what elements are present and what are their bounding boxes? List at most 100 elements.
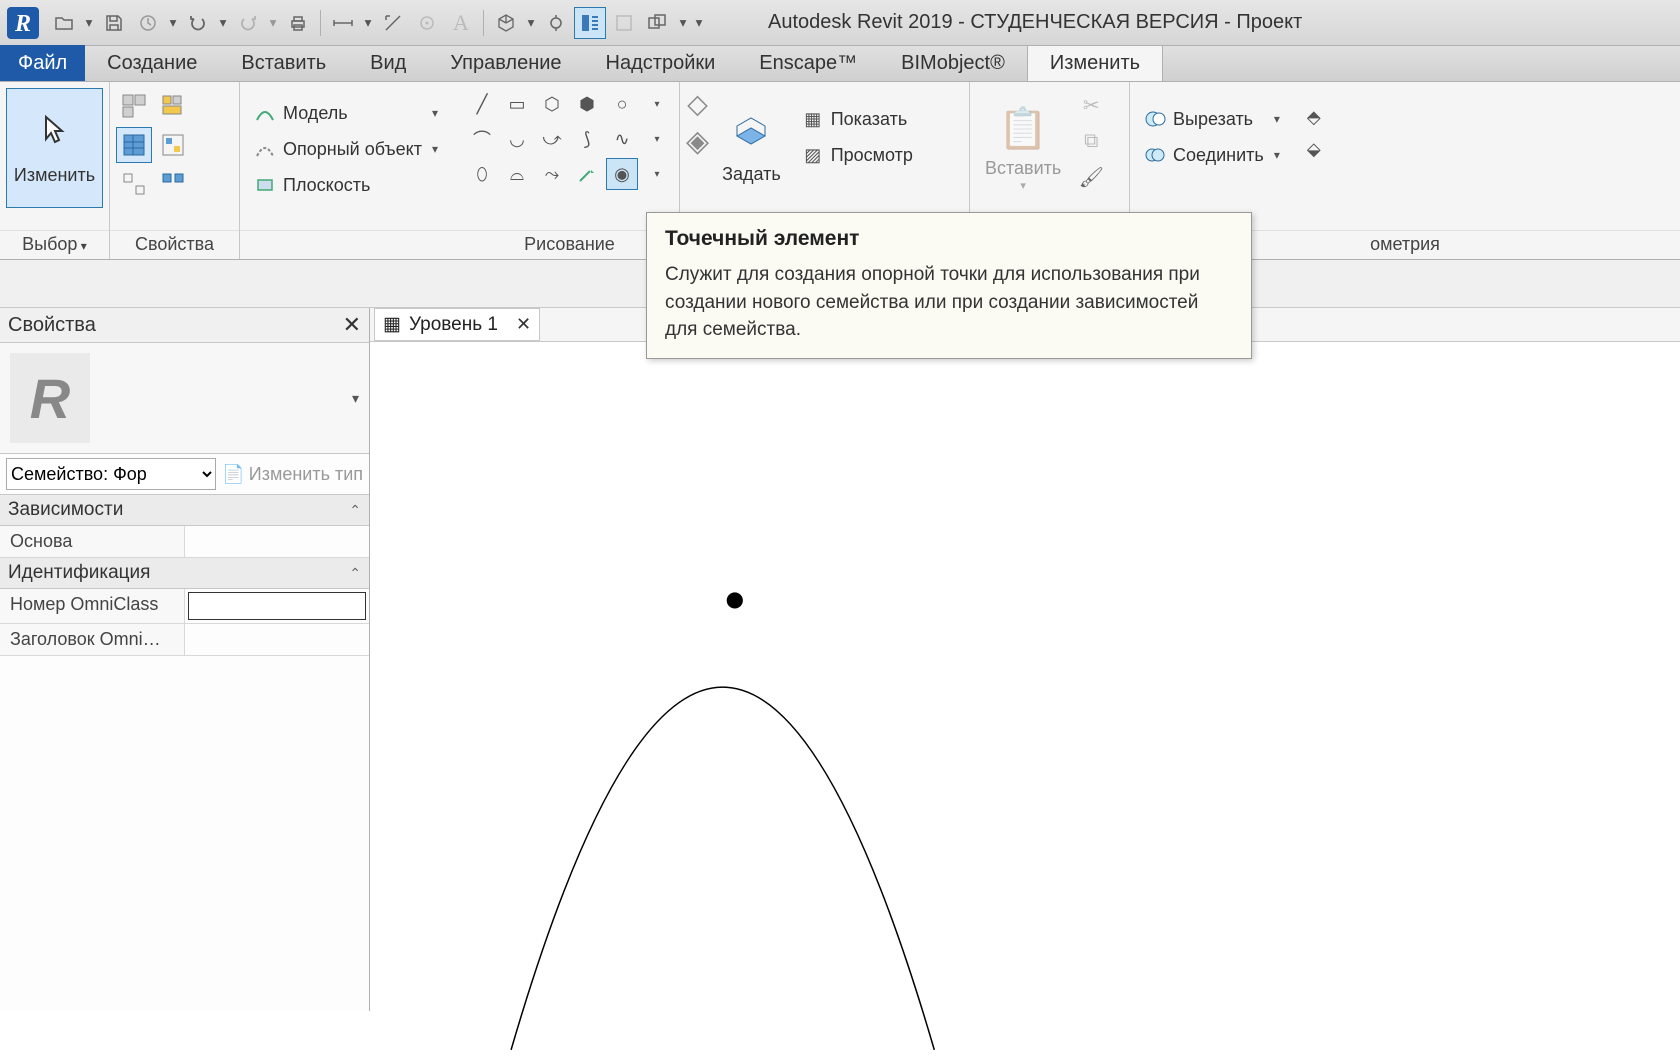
type-thumbnail: R (10, 353, 90, 443)
draw-row2-dropdown[interactable]: ▾ (641, 123, 673, 155)
properties-close-icon[interactable]: ✕ (343, 312, 361, 338)
reference-button[interactable]: Опорный объект (246, 132, 445, 166)
split-face-icon[interactable]: ⬙ (1299, 134, 1329, 164)
open-dropdown[interactable]: ▾ (82, 7, 96, 39)
3d-view-icon[interactable] (490, 7, 522, 39)
measure-dropdown[interactable]: ▾ (361, 7, 375, 39)
view-tab-close-icon[interactable]: ✕ (516, 314, 531, 335)
properties-icon[interactable] (116, 127, 152, 163)
text-icon[interactable]: A (445, 7, 477, 39)
tab-create[interactable]: Создание (85, 45, 219, 81)
modify-button[interactable]: Изменить (6, 88, 103, 208)
sync-icon[interactable] (132, 7, 164, 39)
group-identification[interactable]: Идентификация ⌃ (0, 558, 369, 589)
set-workplane-icon (733, 112, 769, 158)
tab-addins[interactable]: Надстройки (584, 45, 738, 81)
tab-manage[interactable]: Управление (428, 45, 583, 81)
circle-icon[interactable]: ○ (606, 88, 638, 120)
tab-insert[interactable]: Вставить (219, 45, 348, 81)
prop-row-omniclass-title: Заголовок Omni… (0, 624, 369, 656)
ellipse-icon[interactable]: ⬯ (466, 158, 498, 190)
switch-windows-dropdown[interactable]: ▾ (676, 7, 690, 39)
tooltip: Точечный элемент Служит для создания опо… (646, 212, 1252, 359)
type-selector[interactable]: R ▾ (0, 343, 369, 454)
workplane-viewer-icon: ▨ (801, 143, 825, 167)
viewport[interactable] (370, 342, 1680, 1052)
properties-title: Свойства (8, 314, 96, 337)
panel-properties-label: Свойства (110, 230, 239, 259)
type-properties-icon[interactable] (116, 88, 152, 124)
qat-separator-2 (483, 10, 484, 36)
copy-clipboard-icon[interactable]: ⧉ (1074, 124, 1108, 158)
spline-icon[interactable]: ∿ (606, 123, 638, 155)
plane-button[interactable]: Плоскость (246, 168, 445, 202)
panel-select-label[interactable]: Выбор (0, 230, 109, 259)
quick-access-toolbar: R ▾ ▾ ▾ ▾ ▾ A ▾ ▾ ▾ Autodesk Revit 2019 … (0, 0, 1680, 46)
match-type-icon[interactable]: 🖌 (1074, 160, 1108, 194)
switch-windows-icon[interactable] (642, 7, 674, 39)
project-units-icon[interactable] (155, 127, 191, 163)
tab-modify[interactable]: Изменить (1027, 45, 1163, 81)
view-tab-level1[interactable]: ▦ Уровень 1 ✕ (374, 308, 540, 341)
tag-icon[interactable] (411, 7, 443, 39)
cut-geometry-button[interactable]: Вырезать (1136, 102, 1287, 136)
line-icon[interactable]: ╱ (466, 88, 498, 120)
settings-icon[interactable] (155, 166, 191, 202)
arc-fillet-icon[interactable]: ⟆ (571, 123, 603, 155)
partial-ellipse-icon[interactable]: ⌓ (501, 158, 533, 190)
open-icon[interactable] (48, 7, 80, 39)
arc-tangent-icon[interactable]: ⤻ (536, 123, 568, 155)
drawing-canvas (370, 342, 1680, 1052)
rectangle-icon[interactable]: ▭ (501, 88, 533, 120)
close-hidden-icon[interactable] (608, 7, 640, 39)
collapse-icon: ⌃ (349, 502, 361, 519)
cut-clipboard-icon[interactable]: ✂ (1074, 88, 1108, 122)
thin-lines-icon[interactable] (574, 7, 606, 39)
print-icon[interactable] (282, 7, 314, 39)
tab-bimobject[interactable]: BIMobject® (879, 45, 1027, 81)
undo-icon[interactable] (182, 7, 214, 39)
group-dependencies[interactable]: Зависимости ⌃ (0, 495, 369, 526)
pick-lines-icon[interactable] (571, 158, 603, 190)
omniclass-number-input[interactable] (188, 592, 367, 620)
spline-curve[interactable] (511, 687, 934, 1050)
point-element[interactable] (727, 592, 743, 608)
sync-dropdown[interactable]: ▾ (166, 7, 180, 39)
show-workplane-button[interactable]: ▦Показать (794, 102, 920, 136)
3d-view-dropdown[interactable]: ▾ (524, 7, 538, 39)
spline-points-icon[interactable]: ⤳ (536, 158, 568, 190)
measure-icon[interactable] (327, 7, 359, 39)
revit-logo[interactable]: R (4, 4, 42, 42)
paste-button[interactable]: 📋 Вставить ▾ (976, 88, 1070, 208)
cut-geometry-icon (1143, 107, 1167, 131)
family-types-icon[interactable] (155, 88, 191, 124)
align-dim-icon[interactable] (377, 7, 409, 39)
undo-dropdown[interactable]: ▾ (216, 7, 230, 39)
tab-view[interactable]: Вид (348, 45, 428, 81)
point-element-icon[interactable]: ◉ (606, 158, 638, 190)
polygon-in-icon[interactable]: ⬡ (536, 88, 568, 120)
file-tab[interactable]: Файл (0, 45, 85, 81)
qat-customize-dropdown[interactable]: ▾ (692, 7, 706, 39)
set-workplane-button[interactable]: Задать (713, 88, 790, 208)
family-select[interactable]: Семейство: Фор (6, 458, 216, 490)
arc-center-icon[interactable]: ◡ (501, 123, 533, 155)
prop-row-base: Основа (0, 526, 369, 558)
section-icon[interactable] (540, 7, 572, 39)
redo-icon[interactable] (232, 7, 264, 39)
tab-enscape[interactable]: Enscape™ (737, 45, 879, 81)
join-geometry-button[interactable]: Соединить (1136, 138, 1287, 172)
save-icon[interactable] (98, 7, 130, 39)
model-line-button[interactable]: Модель (246, 96, 445, 130)
draw-row3-dropdown[interactable]: ▾ (641, 158, 673, 190)
workplane-viewer-button[interactable]: ▨Просмотр (794, 138, 920, 172)
cope-icon[interactable]: ⬘ (1299, 102, 1329, 132)
model-line-icon (253, 101, 277, 125)
polygon-out-icon[interactable]: ⬢ (571, 88, 603, 120)
redo-dropdown[interactable]: ▾ (266, 7, 280, 39)
edit-type-button[interactable]: 📄 Изменить тип (222, 464, 363, 485)
arc-start-end-icon[interactable]: ⌒ (466, 123, 498, 155)
draw-row1-dropdown[interactable]: ▾ (641, 88, 673, 120)
properties-header: Свойства ✕ (0, 308, 369, 343)
snaps-icon[interactable] (116, 166, 152, 202)
